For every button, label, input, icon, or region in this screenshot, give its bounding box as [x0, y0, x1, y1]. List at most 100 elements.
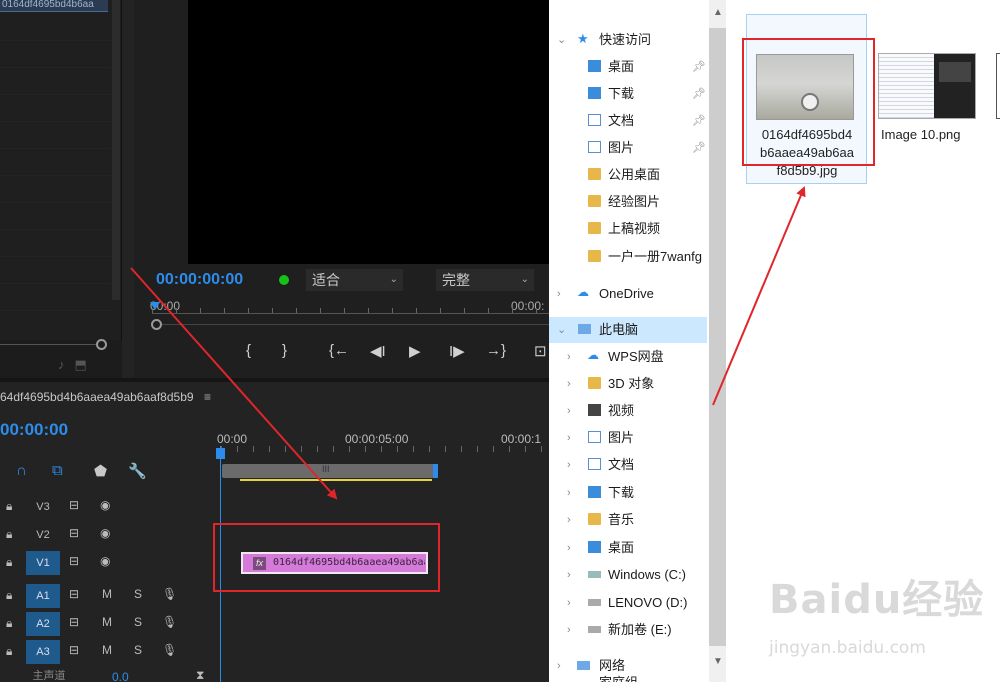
- lock-icon[interactable]: 🔒︎: [6, 616, 12, 631]
- panel-menu-icon[interactable]: ≡: [204, 390, 211, 404]
- master-volume-value[interactable]: 0.0: [112, 670, 129, 682]
- mark-in-icon[interactable]: {: [246, 342, 251, 359]
- mute-button[interactable]: M: [102, 643, 112, 657]
- timeline-playhead-handle[interactable]: [216, 448, 225, 459]
- monitor-zoom-handle[interactable]: [151, 319, 162, 330]
- eye-icon[interactable]: ◉: [100, 498, 110, 512]
- track-name[interactable]: A1: [26, 584, 60, 608]
- new-item-icon[interactable]: ⬒: [75, 357, 97, 372]
- chevron-right-icon[interactable]: ›: [567, 344, 579, 370]
- nav-this-pc[interactable]: ⌄ 此电脑: [549, 317, 707, 343]
- chevron-right-icon[interactable]: ›: [567, 452, 579, 478]
- add-marker-icon[interactable]: ⬟: [94, 462, 107, 480]
- track-lane[interactable]: [213, 666, 549, 682]
- lock-icon[interactable]: 🔒︎: [6, 555, 12, 570]
- file-thumbnail-partial[interactable]: [996, 53, 1000, 119]
- scroll-down-icon[interactable]: ▼: [713, 656, 723, 667]
- go-to-end-icon[interactable]: ⧗: [196, 668, 204, 682]
- nav-videos[interactable]: › 视频: [567, 398, 707, 424]
- eye-icon[interactable]: ◉: [100, 554, 110, 568]
- playback-quality-select[interactable]: 完整 ⌄: [436, 269, 534, 291]
- mute-button[interactable]: M: [102, 587, 112, 601]
- chevron-right-icon[interactable]: ›: [567, 507, 579, 533]
- nav-onedrive[interactable]: › ☁ OneDrive: [557, 281, 709, 307]
- go-to-in-icon[interactable]: {←: [329, 342, 349, 359]
- toggle-sync-icon[interactable]: ⊟: [69, 587, 79, 601]
- chevron-right-icon[interactable]: ›: [567, 590, 579, 616]
- nav-item-downloads[interactable]: 下载 📌︎: [549, 81, 709, 107]
- automate-icon[interactable]: ♪: [58, 357, 75, 372]
- track-name[interactable]: V2: [26, 523, 60, 547]
- nav-scrollbar[interactable]: ▲ ▼: [709, 0, 726, 682]
- go-to-out-icon[interactable]: →}: [486, 342, 506, 359]
- track-name[interactable]: V3: [26, 495, 60, 519]
- solo-button[interactable]: S: [134, 587, 142, 601]
- pin-icon[interactable]: 📌︎: [692, 108, 706, 134]
- track-lane[interactable]: [213, 638, 549, 666]
- scroll-up-icon[interactable]: ▲: [713, 7, 723, 18]
- sequence-tab-title[interactable]: 64df4695bd4b6aaea49ab6aaf8d5b9: [0, 390, 194, 404]
- solo-button[interactable]: S: [134, 615, 142, 629]
- lock-icon[interactable]: 🔒︎: [6, 644, 12, 659]
- track-name[interactable]: A3: [26, 640, 60, 664]
- timeline-timecode[interactable]: 00:00:00: [0, 420, 68, 440]
- nav-pc-documents[interactable]: › 文档: [567, 452, 707, 478]
- chevron-right-icon[interactable]: ›: [557, 281, 569, 307]
- chevron-down-icon[interactable]: ⌄: [557, 27, 569, 53]
- lock-icon[interactable]: 🔒︎: [6, 499, 12, 514]
- chevron-right-icon[interactable]: ›: [567, 617, 579, 643]
- lock-icon[interactable]: 🔒︎: [6, 527, 12, 542]
- solo-button[interactable]: S: [134, 643, 142, 657]
- nav-pc-downloads[interactable]: › 下载: [567, 480, 707, 506]
- nav-item-experience-images[interactable]: 经验图片: [549, 189, 709, 215]
- nav-drive-d[interactable]: › LENOVO (D:): [567, 590, 707, 616]
- monitor-zoom-bar[interactable]: [162, 324, 549, 325]
- step-forward-icon[interactable]: I▶: [449, 342, 465, 360]
- eye-icon[interactable]: ◉: [100, 526, 110, 540]
- microphone-icon[interactable]: 🎙︎: [162, 615, 177, 629]
- work-area-end-handle[interactable]: [433, 464, 438, 478]
- nav-drive-c[interactable]: › Windows (C:): [567, 562, 707, 588]
- microphone-icon[interactable]: 🎙︎: [162, 587, 177, 601]
- timeline-work-area-bar[interactable]: III: [222, 464, 438, 478]
- chevron-right-icon[interactable]: ›: [567, 371, 579, 397]
- project-zoom-handle[interactable]: [96, 339, 107, 350]
- monitor-ruler[interactable]: [152, 313, 549, 314]
- toggle-sync-icon[interactable]: ⊟: [69, 526, 79, 540]
- chevron-down-icon[interactable]: ⌄: [557, 317, 569, 343]
- master-track-name[interactable]: 主声道: [24, 664, 74, 682]
- scroll-thumb[interactable]: [709, 28, 726, 646]
- linked-selection-icon[interactable]: ⧉: [52, 462, 63, 479]
- monitor-timecode[interactable]: 00:00:00:00: [156, 271, 243, 289]
- pin-icon[interactable]: 📌︎: [692, 135, 706, 161]
- pin-icon[interactable]: 📌︎: [692, 81, 706, 107]
- track-name[interactable]: A2: [26, 612, 60, 636]
- zoom-fit-select[interactable]: 适合 ⌄: [306, 269, 403, 291]
- chevron-right-icon[interactable]: ›: [567, 425, 579, 451]
- nav-pc-desktop[interactable]: › 桌面: [567, 535, 707, 561]
- track-name[interactable]: V1: [26, 551, 60, 575]
- project-zoom-slider[interactable]: [0, 344, 96, 345]
- mute-button[interactable]: M: [102, 615, 112, 629]
- wrench-icon[interactable]: 🔧: [128, 462, 147, 480]
- monitor-playhead[interactable]: [150, 302, 160, 310]
- pin-icon[interactable]: 📌︎: [692, 54, 706, 80]
- nav-wps-drive[interactable]: › ☁ WPS网盘: [567, 344, 707, 370]
- project-item-selected[interactable]: 0164df4695bd4b6aa: [0, 0, 108, 12]
- nav-music[interactable]: › 音乐: [567, 507, 707, 533]
- mark-out-icon[interactable]: }: [282, 342, 287, 359]
- play-icon[interactable]: ▶: [409, 342, 421, 360]
- chevron-right-icon[interactable]: ›: [567, 535, 579, 561]
- lock-icon[interactable]: 🔒︎: [6, 588, 12, 603]
- project-scrollbar[interactable]: [112, 0, 120, 300]
- toggle-sync-icon[interactable]: ⊟: [69, 643, 79, 657]
- toggle-sync-icon[interactable]: ⊟: [69, 615, 79, 629]
- nav-3d-objects[interactable]: › 3D 对象: [567, 371, 707, 397]
- microphone-icon[interactable]: 🎙︎: [162, 643, 177, 657]
- nav-drive-e[interactable]: › 新加卷 (E:): [567, 617, 707, 643]
- chevron-right-icon[interactable]: ›: [567, 480, 579, 506]
- file-name-png[interactable]: Image 10.png: [881, 127, 961, 142]
- nav-pc-pictures[interactable]: › 图片: [567, 425, 707, 451]
- track-lane[interactable]: [213, 610, 549, 638]
- nav-item-desktop[interactable]: 桌面 📌︎: [549, 54, 709, 80]
